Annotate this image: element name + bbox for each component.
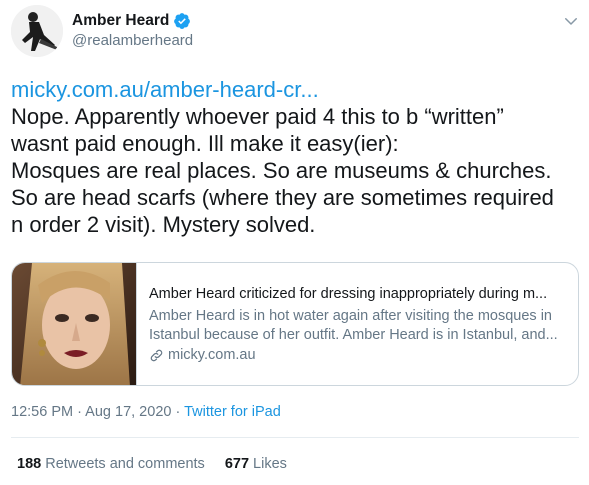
meta-separator: · <box>73 404 86 420</box>
author-handle[interactable]: @realamberheard <box>72 32 193 49</box>
tweet-link[interactable]: micky.com.au/amber-heard-cr... <box>11 76 581 103</box>
tweet-meta: 12:56 PM · Aug 17, 2020 · Twitter for iP… <box>11 404 281 420</box>
author-name-row[interactable]: Amber Heard <box>72 12 191 30</box>
likes-count: 677 <box>224 456 250 472</box>
tweet-text-line: So are head scarfs (where they are somet… <box>11 185 554 210</box>
card-domain: micky.com.au <box>149 347 568 363</box>
author-display-name[interactable]: Amber Heard <box>72 12 169 30</box>
tweet-text-line: Nope. Apparently whoever paid 4 this to … <box>11 104 504 129</box>
tweet-text-line: n order 2 visit). Mystery solved. <box>11 212 316 237</box>
likes-stat[interactable]: 677 Likes <box>225 456 287 472</box>
link-preview-card[interactable]: Amber Heard criticized for dressing inap… <box>11 262 579 386</box>
tweet-date[interactable]: Aug 17, 2020 <box>85 404 171 420</box>
tweet-text: micky.com.au/amber-heard-cr... Nope. App… <box>11 76 581 238</box>
card-description-line: Amber Heard is in hot water again after … <box>149 308 552 324</box>
retweets-label: Retweets and comments <box>45 456 205 472</box>
tweet-stats: 188 Retweets and comments 677 Likes <box>17 456 287 472</box>
chevron-down-icon[interactable] <box>562 12 580 30</box>
divider <box>11 437 579 438</box>
tweet-time[interactable]: 12:56 PM <box>11 404 73 420</box>
verified-badge-icon <box>174 13 191 29</box>
card-description: Amber Heard is in hot water again after … <box>149 307 568 345</box>
tweet-text-line: Mosques are real places. So are museums … <box>11 158 552 183</box>
card-thumbnail-image <box>12 263 137 385</box>
retweets-count: 188 <box>17 456 42 472</box>
link-icon <box>150 349 163 361</box>
tweet-source-link[interactable]: Twitter for iPad <box>184 404 281 420</box>
tweet-text-line: wasnt paid enough. Ill make it easy(ier)… <box>11 131 399 156</box>
card-title: Amber Heard criticized for dressing inap… <box>149 286 548 302</box>
card-domain-text: micky.com.au <box>168 347 256 363</box>
avatar-image <box>11 5 63 57</box>
card-description-line: Istanbul because of her outfit. Amber He… <box>149 327 558 343</box>
avatar[interactable] <box>11 5 63 57</box>
likes-label: Likes <box>253 456 287 472</box>
card-body: Amber Heard criticized for dressing inap… <box>137 263 578 385</box>
meta-separator: · <box>171 404 185 420</box>
retweets-stat[interactable]: 188 Retweets and comments <box>17 456 205 472</box>
